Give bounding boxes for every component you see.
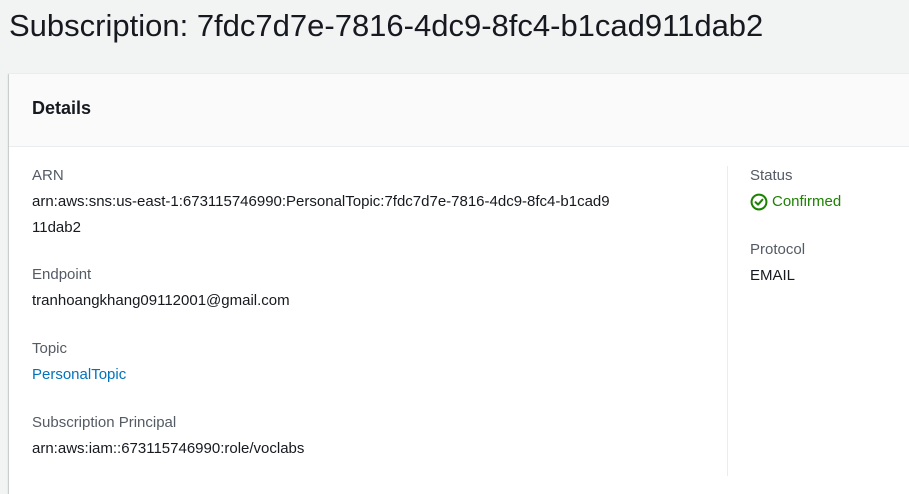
check-circle-icon: [750, 193, 768, 211]
arn-label: ARN: [32, 167, 64, 184]
column-divider: [727, 166, 728, 476]
status-label: Status: [750, 167, 793, 184]
topic-field: Topic PersonalTopic: [32, 339, 126, 385]
topic-link[interactable]: PersonalTopic: [32, 366, 126, 383]
protocol-value: EMAIL: [750, 267, 796, 284]
status-value: Confirmed: [772, 193, 842, 210]
details-heading: Details: [32, 98, 92, 118]
topic-label: Topic: [32, 340, 68, 357]
endpoint-field: Endpoint tranhoangkhang09112001@gmail.co…: [32, 265, 290, 311]
arn-value: arn:aws:sns:us-east-1:673115746990:Perso…: [32, 193, 610, 236]
details-panel: Details ARN arn:aws:sns:us-east-1:673115…: [9, 73, 909, 494]
page-title: Subscription: 7fdc7d7e-7816-4dc9-8fc4-b1…: [9, 8, 764, 43]
details-panel-header: Details: [9, 74, 909, 147]
endpoint-value: tranhoangkhang09112001@gmail.com: [32, 292, 290, 309]
endpoint-label: Endpoint: [32, 266, 92, 283]
subscription-principal-label: Subscription Principal: [32, 414, 177, 431]
protocol-label: Protocol: [750, 241, 806, 258]
subscription-principal-value: arn:aws:iam::673115746990:role/voclabs: [32, 440, 305, 457]
subscription-principal-field: Subscription Principal arn:aws:iam::6731…: [32, 413, 304, 459]
status-field: Status Confirmed: [750, 166, 841, 212]
arn-field: ARN arn:aws:sns:us-east-1:673115746990:P…: [32, 166, 612, 241]
protocol-field: Protocol EMAIL: [750, 240, 805, 286]
status-indicator: Confirmed: [750, 192, 841, 212]
